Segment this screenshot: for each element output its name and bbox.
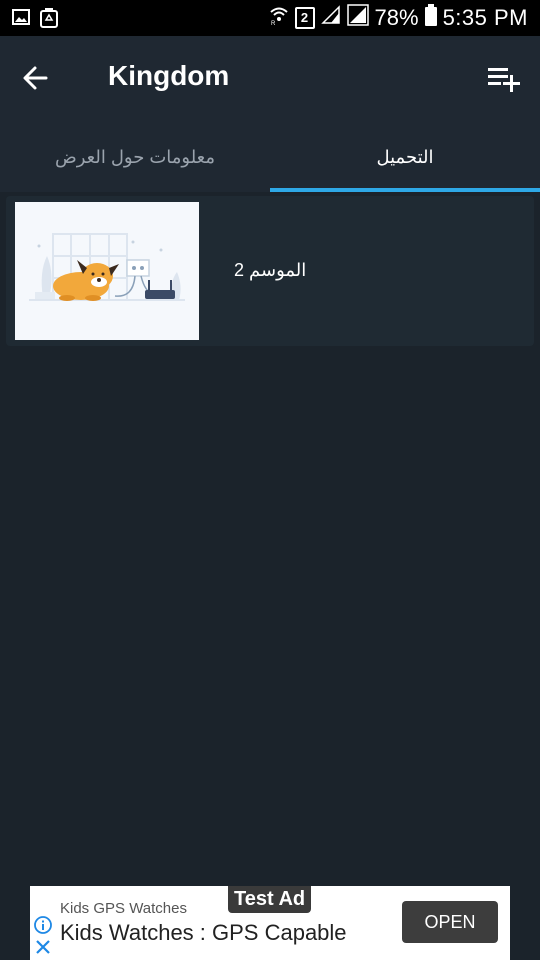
recycle-icon (40, 8, 58, 33)
app-bar: Kingdom (0, 36, 540, 122)
dog-router-illustration (29, 233, 185, 301)
signal-icon (320, 5, 341, 30)
clock: 5:35 PM (442, 4, 528, 30)
status-bar-left (12, 8, 58, 33)
status-bar: R 2 78% 5:35 PM (0, 0, 540, 36)
wifi-icon: R (269, 5, 289, 30)
battery-percent: 78% (374, 4, 419, 30)
ad-advertiser: Kids GPS Watches (60, 900, 187, 917)
tab-downloads[interactable]: التحميل (270, 122, 540, 192)
status-bar-right: R 2 78% 5:35 PM (269, 4, 528, 31)
ad-open-button[interactable]: OPEN (402, 901, 498, 943)
season-title: الموسم 2 (234, 260, 307, 280)
svg-text:R: R (271, 21, 276, 25)
page-title: Kingdom (108, 60, 230, 91)
battery-icon (424, 4, 437, 31)
tab-show-info[interactable]: معلومات حول العرض (0, 122, 270, 192)
tab-label: معلومات حول العرض (54, 146, 216, 167)
tab-bar: معلومات حول العرض التحميل (0, 122, 540, 192)
test-ad-label: Test Ad (228, 886, 312, 913)
info-icon[interactable] (34, 916, 52, 939)
season-card[interactable]: الموسم 2 (6, 196, 534, 346)
ad-banner[interactable]: Test Ad Kids GPS Watches Kids Watches : … (30, 886, 510, 960)
playlist-add-icon (488, 68, 520, 92)
sim-2-icon: 2 (294, 6, 315, 29)
season-list: الموسم 2 (0, 192, 540, 886)
back-button[interactable] (18, 60, 54, 96)
screen: R 2 78% 5:35 PM Kingdom معلومات حول العر… (0, 0, 540, 960)
signal-icon (346, 4, 369, 31)
close-icon[interactable] (34, 938, 52, 960)
add-to-playlist-button[interactable] (486, 62, 522, 98)
back-arrow-icon (23, 66, 48, 90)
image-icon (12, 8, 30, 33)
season-thumbnail (15, 202, 199, 340)
tab-label: التحميل (376, 146, 434, 167)
ad-headline: Kids Watches : GPS Capable (60, 920, 347, 945)
